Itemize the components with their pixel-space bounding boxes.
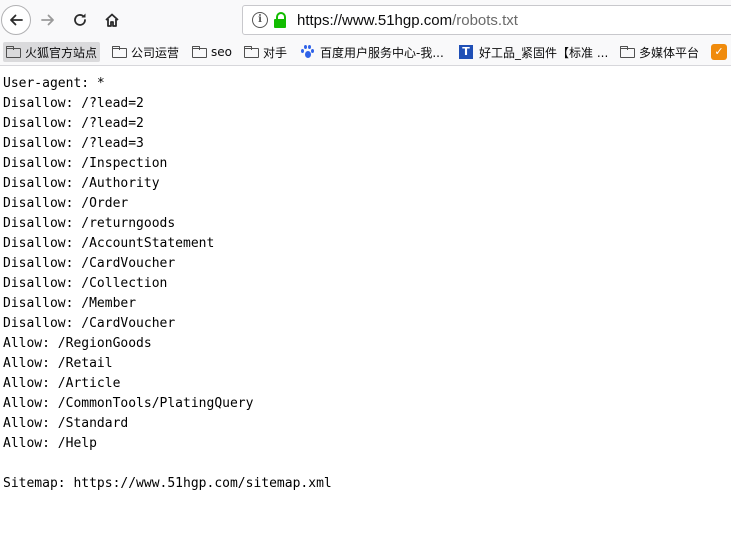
robots-line: Disallow: /Inspection bbox=[3, 156, 168, 171]
bookmark-folder-firefox[interactable]: 火狐官方站点 bbox=[3, 42, 101, 62]
orange-app-icon: ✓ bbox=[711, 44, 727, 60]
robots-line: Disallow: /Collection bbox=[3, 276, 168, 291]
bookmark-label: 多媒体平台 bbox=[639, 45, 700, 60]
brand-icon: T bbox=[459, 45, 473, 59]
bookmark-folder-operations[interactable]: 公司运营 bbox=[112, 42, 179, 62]
robots-line: Allow: /Retail bbox=[3, 356, 113, 371]
reload-button[interactable] bbox=[67, 7, 93, 33]
robots-line: Allow: /CommonTools/PlatingQuery bbox=[3, 396, 254, 411]
arrow-left-icon bbox=[10, 14, 23, 26]
bookmark-folder-competitors[interactable]: 对手 bbox=[244, 42, 287, 62]
folder-icon bbox=[620, 46, 635, 58]
robots-line: Disallow: /?lead=2 bbox=[3, 96, 144, 111]
robots-line: Disallow: /CardVoucher bbox=[3, 316, 176, 331]
url-host: https://www.51hgp.com bbox=[297, 12, 453, 29]
folder-icon bbox=[112, 46, 127, 58]
bookmark-label: 对手 bbox=[263, 45, 288, 60]
bookmarks-toolbar: 火狐官方站点 公司运营 seo 对手 百度用户服务中心-我... T 好工品_紧… bbox=[0, 40, 731, 66]
bookmark-folder-seo[interactable]: seo bbox=[192, 42, 232, 62]
url-bar[interactable]: i https://www.51hgp.com/robots.txt bbox=[242, 5, 731, 35]
forward-button[interactable] bbox=[35, 7, 61, 33]
arrow-right-icon bbox=[41, 14, 54, 26]
bookmark-label: 公司运营 bbox=[131, 45, 180, 60]
lock-icon[interactable] bbox=[273, 12, 287, 28]
robots-line: Allow: /Standard bbox=[3, 416, 129, 431]
bookmark-folder-media-platform[interactable]: 多媒体平台 bbox=[620, 42, 699, 62]
robots-txt-content: User-agent: * Disallow: /?lead=2 Disallow:… bbox=[3, 74, 332, 494]
browser-toolbar: i https://www.51hgp.com/robots.txt bbox=[0, 0, 731, 40]
bookmark-haogongpin[interactable]: T 好工品_紧固件【标准 ... bbox=[459, 42, 608, 62]
robots-line: Sitemap: https://www.51hgp.com/sitemap.x… bbox=[3, 476, 332, 491]
robots-line: Disallow: /Order bbox=[3, 196, 129, 211]
robots-line: Allow: /Help bbox=[3, 436, 97, 451]
folder-icon bbox=[192, 46, 207, 58]
home-button[interactable] bbox=[99, 7, 125, 33]
bookmark-label: 火狐官方站点 bbox=[25, 45, 98, 60]
robots-line: Disallow: /?lead=2 bbox=[3, 116, 144, 131]
url-text[interactable]: https://www.51hgp.com/robots.txt bbox=[297, 12, 518, 29]
bookmark-baidu-user-center[interactable]: 百度用户服务中心-我... bbox=[300, 42, 444, 62]
robots-line: User-agent: * bbox=[3, 76, 105, 91]
robots-line: Disallow: /Authority bbox=[3, 176, 160, 191]
robots-line: Disallow: /Member bbox=[3, 296, 137, 311]
back-button[interactable] bbox=[1, 5, 31, 35]
site-info-icon[interactable]: i bbox=[252, 12, 268, 28]
bookmark-label: seo bbox=[211, 45, 232, 59]
robots-line: Disallow: /AccountStatement bbox=[3, 236, 215, 251]
robots-line: Disallow: /returngoods bbox=[3, 216, 176, 231]
robots-line: Allow: /RegionGoods bbox=[3, 336, 152, 351]
robots-line: Disallow: /CardVoucher bbox=[3, 256, 176, 271]
reload-icon bbox=[74, 13, 86, 26]
baidu-paw-icon bbox=[300, 45, 314, 59]
folder-icon bbox=[244, 46, 259, 58]
home-icon bbox=[105, 13, 119, 27]
robots-line: Disallow: /?lead=3 bbox=[3, 136, 144, 151]
bookmark-label: 百度用户服务中心-我... bbox=[320, 45, 444, 60]
folder-icon bbox=[6, 46, 21, 58]
robots-line: Allow: /Article bbox=[3, 376, 121, 391]
bookmark-label: 好工品_紧固件【标准 ... bbox=[479, 45, 609, 60]
url-path: /robots.txt bbox=[452, 12, 518, 29]
robots-line bbox=[3, 454, 332, 474]
bookmark-orange-app[interactable]: ✓ bbox=[711, 42, 727, 62]
